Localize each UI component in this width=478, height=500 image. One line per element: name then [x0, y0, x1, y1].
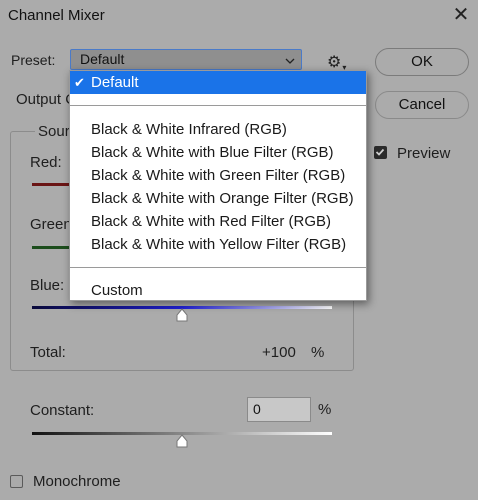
ok-button[interactable]: OK [375, 48, 469, 76]
menu-separator [70, 105, 366, 106]
green-slider-track[interactable] [32, 246, 69, 249]
red-slider-track[interactable] [32, 183, 69, 186]
menu-item-bw-blue-filter[interactable]: Black & White with Blue Filter (RGB) [70, 141, 366, 164]
close-icon[interactable]: ✕ [452, 4, 470, 26]
cancel-button[interactable]: Cancel [375, 91, 469, 119]
checkmark-icon: ✔ [74, 75, 85, 90]
checkmark-icon [375, 148, 385, 156]
preset-select[interactable]: Default [70, 49, 302, 70]
menu-item-bw-infrared[interactable]: Black & White Infrared (RGB) [70, 118, 366, 141]
monochrome-label[interactable]: Monochrome [33, 473, 121, 490]
preview-label[interactable]: Preview [397, 145, 450, 162]
constant-label: Constant: [30, 402, 95, 419]
constant-input[interactable]: 0 [247, 397, 311, 422]
total-unit: % [311, 344, 325, 361]
preset-label: Preset: [11, 52, 56, 68]
menu-item-bw-yellow-filter[interactable]: Black & White with Yellow Filter (RGB) [70, 233, 366, 256]
blue-slider-thumb[interactable] [175, 308, 189, 325]
preset-dropdown-menu: ✔ Default Black & White Infrared (RGB) B… [69, 70, 367, 301]
constant-unit: % [318, 401, 332, 418]
menu-item-bw-orange-filter[interactable]: Black & White with Orange Filter (RGB) [70, 187, 366, 210]
total-value: +100 [262, 344, 296, 361]
menu-item-custom[interactable]: Custom [70, 279, 366, 302]
menu-item-bw-red-filter[interactable]: Black & White with Red Filter (RGB) [70, 210, 366, 233]
preset-value: Default [80, 51, 125, 67]
menu-separator [70, 267, 366, 268]
output-channel-label: Output C [16, 91, 77, 108]
source-group-label: Sour [35, 123, 73, 140]
chevron-down-icon [285, 53, 295, 69]
window-title: Channel Mixer [8, 7, 105, 24]
preview-checkbox[interactable] [374, 146, 387, 159]
total-label: Total: [30, 344, 66, 361]
blue-channel-label: Blue: [30, 277, 65, 294]
red-channel-label: Red: [30, 154, 62, 171]
menu-item-bw-green-filter[interactable]: Black & White with Green Filter (RGB) [70, 164, 366, 187]
constant-slider-thumb[interactable] [175, 434, 189, 451]
menu-item-default[interactable]: ✔ Default [70, 71, 366, 94]
green-channel-label: Green [30, 216, 72, 233]
monochrome-checkbox[interactable] [10, 475, 23, 488]
gear-icon[interactable]: ⚙▾ [327, 52, 346, 72]
